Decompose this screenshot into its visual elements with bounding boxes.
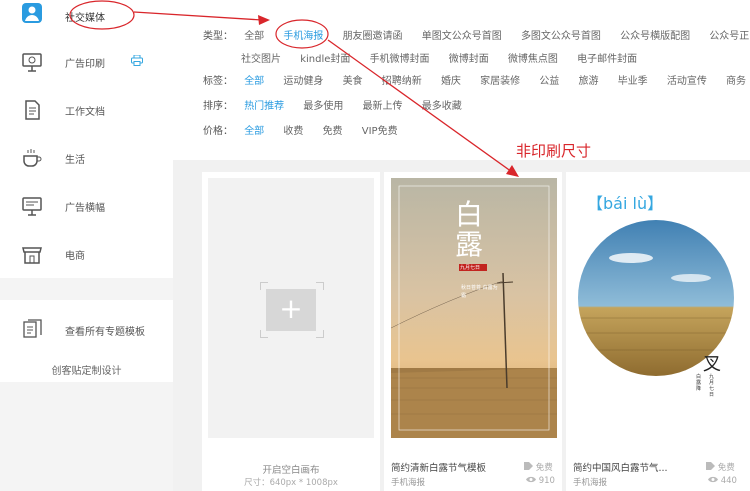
annotation-arrow-1 bbox=[133, 11, 263, 21]
app-root: 社交媒体 广告印刷 工作文档 生活 广告横幅 电商 查看所有专题模板 创客贴定制… bbox=[0, 0, 750, 491]
annotation-arrow-2 bbox=[327, 39, 513, 173]
arrow-head-icon bbox=[506, 165, 519, 177]
arrow-head-icon bbox=[258, 15, 270, 25]
highlight-circle-social bbox=[69, 0, 135, 30]
highlight-circle-poster bbox=[275, 19, 329, 49]
annotation-overlay bbox=[69, 0, 519, 177]
annotation-label: 非印刷尺寸 bbox=[516, 142, 592, 160]
